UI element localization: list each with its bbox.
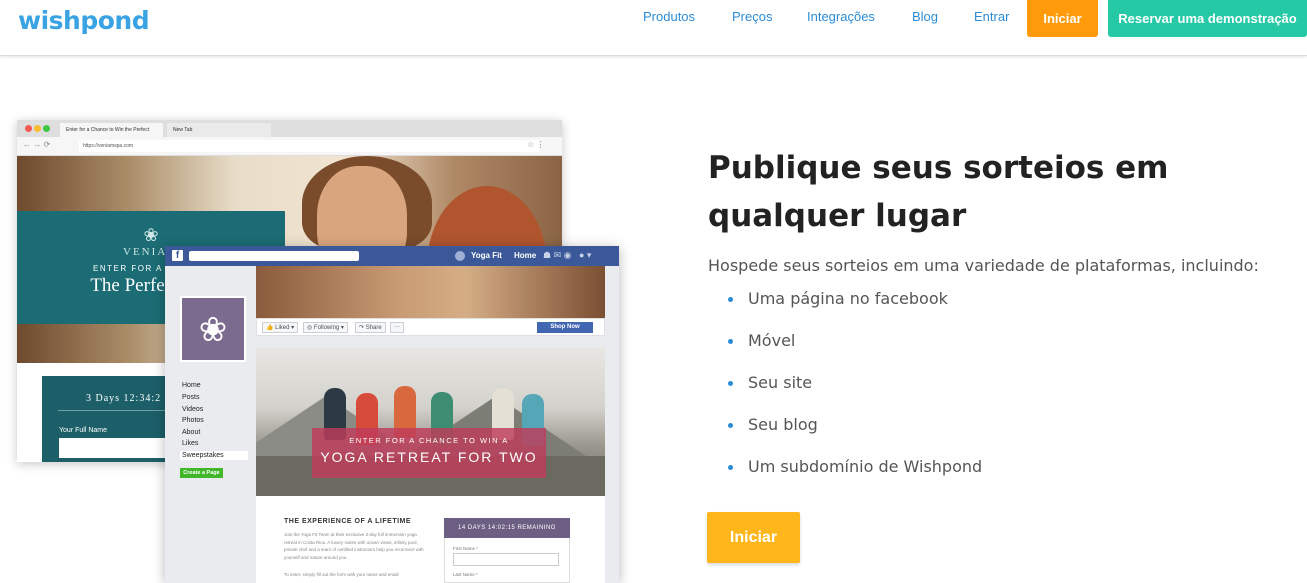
fb-sweepstakes-article: THE EXPERIENCE OF A LIFETIME Join the Yo… [256, 496, 605, 583]
browser-address-bar: ← → ⟳ https://veniamspa.com ☆ ⋮ [17, 137, 562, 156]
section-title: Publique seus sorteios em qualquer lugar [708, 150, 1169, 234]
yoga-banner-headline: YOGA RETREAT FOR TWO [320, 449, 538, 465]
last-name-label: Last Name * [453, 572, 478, 577]
shop-now-button: Shop Now [537, 322, 593, 333]
yoga-banner-kicker: ENTER FOR A CHANCE TO WIN A [349, 436, 509, 445]
fb-menu-videos: Videos [182, 406, 204, 413]
lotus-yoga-icon: ❀ [198, 311, 228, 349]
facebook-mockup: f Yoga Fit Home ☗ ✉ ◉ ● ▾ ❀ Home Posts V… [165, 246, 619, 583]
nav-link-entrar[interactable]: Entrar [974, 9, 1009, 24]
liked-button: 👍 Liked ▾ [262, 322, 299, 333]
list-item-mobile: Móvel [748, 331, 796, 350]
experience-body: Join the Yoga Fit Team at their exclusiv… [284, 532, 424, 560]
facebook-top-bar: f Yoga Fit Home ☗ ✉ ◉ ● ▾ [165, 246, 619, 266]
page-avatar-icon [455, 251, 465, 261]
bullet-icon [728, 465, 733, 470]
fb-menu-home: Home [182, 382, 201, 389]
following-label: Following [313, 325, 340, 331]
list-item-site: Seu site [748, 373, 813, 392]
experience-enter: To enter, simply fill out the form with … [284, 572, 399, 577]
nav-link-blog[interactable]: Blog [912, 9, 938, 24]
close-dot-icon [25, 125, 32, 132]
yoga-banner: ENTER FOR A CHANCE TO WIN A YOGA RETREAT… [312, 428, 546, 478]
star-icon: ☆ ⋮ [527, 140, 545, 149]
maximize-dot-icon [43, 125, 50, 132]
list-item-blog: Seu blog [748, 415, 818, 434]
yoga-retreat-image: ENTER FOR A CHANCE TO WIN A YOGA RETREAT… [256, 348, 605, 496]
browser-tab-new: New Tab [167, 123, 271, 137]
yoga-fit-logo: ❀ [180, 296, 246, 362]
nav-link-integracoes[interactable]: Integrações [807, 9, 875, 24]
first-name-input [453, 553, 559, 566]
browser-tab-active: Enter for a Chance to Win the Perfect [60, 123, 163, 137]
first-name-label: First Name * [453, 546, 479, 551]
top-nav: wishpond Produtos Preços Integrações Blo… [0, 0, 1307, 56]
share-button: ↷ Share [355, 322, 386, 333]
browser-tab-bar: Enter for a Chance to Win the Perfect Ne… [17, 120, 562, 137]
bullet-icon [728, 423, 733, 428]
browser-url: https://veniamspa.com [79, 140, 539, 152]
minimize-dot-icon [34, 125, 41, 132]
bullet-icon [728, 339, 733, 344]
fb-notification-icons: ☗ ✉ ◉ ● ▾ [543, 250, 592, 260]
yoga-form: First Name * Last Name * [444, 538, 570, 583]
fb-home-link: Home [514, 251, 537, 260]
bullet-icon [728, 381, 733, 386]
facebook-sidebar: ❀ Home Posts Videos Photos About Likes S… [165, 266, 255, 583]
book-demo-button[interactable]: Reservar uma demonstração [1108, 0, 1307, 37]
liked-label: Liked [275, 325, 290, 331]
fb-menu-about: About [182, 429, 201, 436]
fb-page-name: Yoga Fit [471, 251, 502, 260]
list-item-subdomain: Um subdomínio de Wishpond [748, 457, 983, 476]
experience-title: THE EXPERIENCE OF A LIFETIME [284, 518, 412, 525]
create-page-button: Create a Page [180, 468, 223, 478]
facebook-search [189, 251, 359, 261]
yoga-timer: 14 DAYS 14:02:15 REMAINING [444, 518, 570, 538]
lotus-icon: ❀ [143, 225, 159, 245]
wishpond-logo[interactable]: wishpond [18, 6, 150, 35]
section-lead: Hospede seus sorteios em uma variedade d… [708, 256, 1259, 275]
nav-link-precos[interactable]: Preços [732, 9, 772, 24]
start-button[interactable]: Iniciar [1027, 0, 1098, 37]
fb-menu-posts: Posts [182, 394, 200, 401]
facebook-icon: f [172, 250, 183, 261]
following-button: ◎ Following ▾ [303, 322, 348, 333]
fb-menu-likes: Likes [182, 440, 199, 447]
nav-arrows-icon: ← → ⟳ [23, 140, 51, 149]
fb-cover-photo [256, 266, 605, 318]
bullet-icon [728, 297, 733, 302]
fb-menu-photos: Photos [182, 417, 204, 424]
fb-action-bar: 👍 Liked ▾ ◎ Following ▾ ↷ Share ··· Shop… [256, 318, 605, 336]
share-label: Share [365, 325, 382, 331]
nav-link-produtos[interactable]: Produtos [643, 9, 695, 24]
fb-menu-sweepstakes: Sweepstakes [180, 451, 248, 460]
cta-start-button[interactable]: Iniciar [707, 512, 800, 563]
list-item-facebook: Uma página no facebook [748, 289, 948, 308]
more-button: ··· [390, 322, 404, 333]
